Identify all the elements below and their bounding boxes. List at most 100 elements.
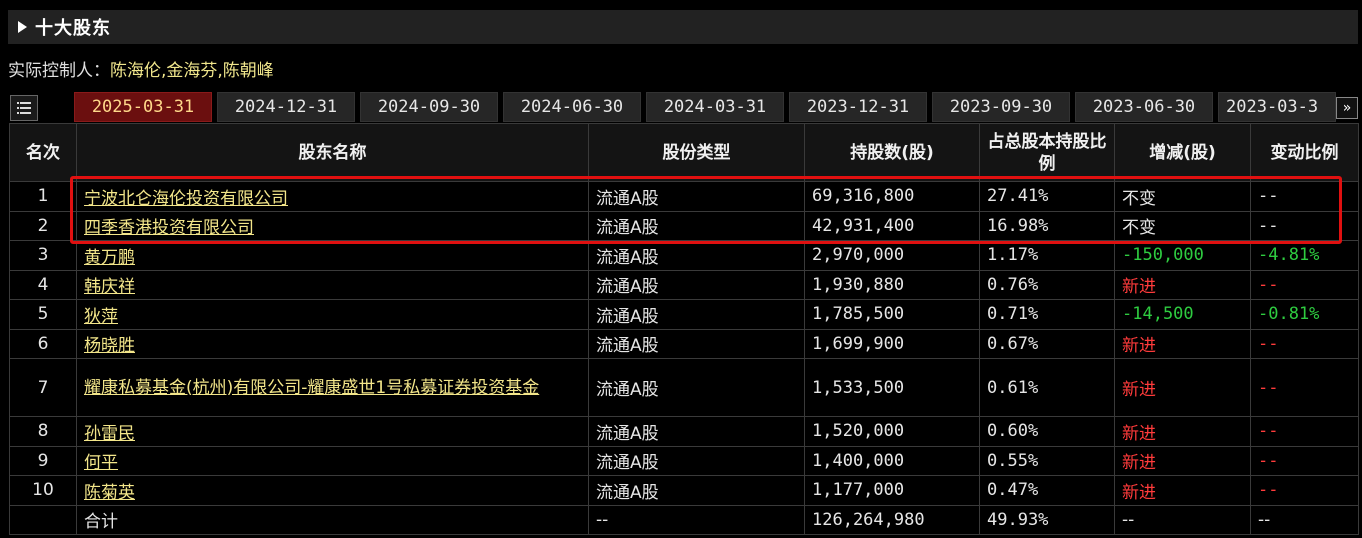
tab-period-0[interactable]: 2025-03-31	[74, 92, 212, 122]
table-row: 4 韩庆祥 流通A股 1,930,880 0.76% 新进 --	[9, 269, 1359, 300]
cell-change-ratio: --	[1250, 475, 1359, 506]
cell-ratio: 0.47%	[979, 475, 1115, 506]
tab-period-7[interactable]: 2023-06-30	[1075, 92, 1213, 122]
table-row: 7 耀康私募基金(杭州)有限公司-耀康盛世1号私募证券投资基金 流通A股 1,533,…	[9, 358, 1359, 417]
cell-ratio: 0.55%	[979, 445, 1115, 476]
cell-holder-name: 杨晓胜	[76, 328, 589, 359]
list-view-button[interactable]	[10, 95, 38, 121]
cell-change-ratio: --	[1250, 358, 1359, 417]
cell-change-ratio: --	[1250, 416, 1359, 447]
cell-change: 新进	[1114, 358, 1251, 417]
tab-period-5[interactable]: 2023-12-31	[789, 92, 927, 122]
cell-shares: 1,177,000	[804, 475, 980, 506]
holder-link[interactable]: 陈菊英	[84, 483, 135, 503]
holder-link[interactable]: 四季香港投资有限公司	[84, 218, 254, 238]
cell-shares: 1,533,500	[804, 358, 980, 417]
cell-total-label: 合计	[76, 504, 589, 535]
holder-link[interactable]: 宁波北仑海伦投资有限公司	[84, 189, 288, 209]
table-row: 1 宁波北仑海伦投资有限公司 流通A股 69,316,800 27.41% 不变 --	[9, 181, 1359, 212]
cell-holder-name: 狄萍	[76, 299, 589, 330]
actual-controller: 实际控制人：陈海伦,金海芬,陈朝峰	[8, 58, 274, 84]
cell-share-type: 流通A股	[588, 181, 805, 212]
cell-shares: 1,930,880	[804, 269, 980, 300]
col-header-rank[interactable]: 名次	[9, 123, 77, 182]
cell-share-type: 流通A股	[588, 475, 805, 506]
cell-change: 新进	[1114, 416, 1251, 447]
shareholders-table: 名次 股东名称 股份类型 持股数(股) 占总股本持股比例 增减(股) 变动比例 …	[9, 123, 1359, 535]
cell-share-type: 流通A股	[588, 445, 805, 476]
tab-period-1[interactable]: 2024-12-31	[217, 92, 355, 122]
cell-holder-name: 何平	[76, 445, 589, 476]
cell-total-shares: 126,264,980	[804, 504, 980, 535]
cell-shares: 1,785,500	[804, 299, 980, 330]
tab-period-8[interactable]: 2023-03-3	[1218, 92, 1336, 122]
cell-shares: 69,316,800	[804, 181, 980, 212]
col-header-change[interactable]: 增减(股)	[1114, 123, 1251, 182]
col-header-name[interactable]: 股东名称	[76, 123, 589, 182]
holder-link[interactable]: 杨晓胜	[84, 336, 135, 356]
cell-change: 新进	[1114, 269, 1251, 300]
tab-period-3[interactable]: 2024-06-30	[503, 92, 641, 122]
holder-link[interactable]: 韩庆祥	[84, 277, 135, 297]
holder-link[interactable]: 孙雷民	[84, 424, 135, 444]
cell-rank-empty	[9, 504, 77, 535]
cell-ratio: 16.98%	[979, 210, 1115, 241]
cell-ratio: 0.71%	[979, 299, 1115, 330]
cell-change: 新进	[1114, 445, 1251, 476]
cell-shares: 2,970,000	[804, 240, 980, 271]
tab-period-4[interactable]: 2024-03-31	[646, 92, 784, 122]
cell-change: -150,000	[1114, 240, 1251, 271]
table-row: 9 何平 流通A股 1,400,000 0.55% 新进 --	[9, 445, 1359, 476]
col-header-type[interactable]: 股份类型	[588, 123, 805, 182]
cell-share-type: 流通A股	[588, 299, 805, 330]
table-row: 2 四季香港投资有限公司 流通A股 42,931,400 16.98% 不变 --	[9, 210, 1359, 241]
cell-ratio: 0.61%	[979, 358, 1115, 417]
cell-shares: 42,931,400	[804, 210, 980, 241]
cell-rank: 9	[9, 445, 77, 476]
tab-period-2[interactable]: 2024-09-30	[360, 92, 498, 122]
cell-rank: 6	[9, 328, 77, 359]
cell-change-ratio: --	[1250, 269, 1359, 300]
cell-share-type: 流通A股	[588, 240, 805, 271]
cell-rank: 3	[9, 240, 77, 271]
cell-rank: 7	[9, 358, 77, 417]
table-row: 10 陈菊英 流通A股 1,177,000 0.47% 新进 --	[9, 475, 1359, 506]
section-header-top10[interactable]: 十大股东	[8, 10, 1358, 44]
cell-change: 不变	[1114, 210, 1251, 241]
cell-rank: 1	[9, 181, 77, 212]
section-title: 十大股东	[35, 18, 111, 39]
table-row: 3 黄万鹏 流通A股 2,970,000 1.17% -150,000 -4.81%	[9, 240, 1359, 271]
cell-change: 新进	[1114, 328, 1251, 359]
cell-holder-name: 四季香港投资有限公司	[76, 210, 589, 241]
table-row-total: 合计 -- 126,264,980 49.93% -- --	[9, 504, 1359, 535]
holder-link[interactable]: 黄万鹏	[84, 248, 135, 268]
col-header-change-ratio[interactable]: 变动比例	[1250, 123, 1359, 182]
cell-ratio: 0.67%	[979, 328, 1115, 359]
cell-rank: 5	[9, 299, 77, 330]
cell-change: 新进	[1114, 475, 1251, 506]
holder-link[interactable]: 狄萍	[84, 307, 118, 327]
cell-rank: 4	[9, 269, 77, 300]
cell-share-type: 流通A股	[588, 269, 805, 300]
more-tabs-icon[interactable]: »	[1336, 97, 1358, 119]
cell-ratio: 1.17%	[979, 240, 1115, 271]
holder-link[interactable]: 耀康私募基金(杭州)有限公司-耀康盛世1号私募证券投资基金	[84, 378, 539, 398]
cell-change-ratio: --	[1250, 328, 1359, 359]
table-row: 8 孙雷民 流通A股 1,520,000 0.60% 新进 --	[9, 416, 1359, 447]
tab-period-6[interactable]: 2023-09-30	[932, 92, 1070, 122]
table-header-row: 名次 股东名称 股份类型 持股数(股) 占总股本持股比例 增减(股) 变动比例	[9, 123, 1359, 182]
cell-change-ratio: -0.81%	[1250, 299, 1359, 330]
holder-link[interactable]: 何平	[84, 453, 118, 473]
col-header-shares[interactable]: 持股数(股)	[804, 123, 980, 182]
cell-share-type: 流通A股	[588, 210, 805, 241]
cell-ratio: 0.60%	[979, 416, 1115, 447]
table-row: 5 狄萍 流通A股 1,785,500 0.71% -14,500 -0.81%	[9, 299, 1359, 330]
cell-total-ratio: 49.93%	[979, 504, 1115, 535]
period-tabs: 2025-03-31 2024-12-31 2024-09-30 2024-06-30…	[10, 92, 1358, 122]
col-header-ratio[interactable]: 占总股本持股比例	[979, 123, 1115, 182]
cell-change: 不变	[1114, 181, 1251, 212]
table-row: 6 杨晓胜 流通A股 1,699,900 0.67% 新进 --	[9, 328, 1359, 359]
cell-change-ratio: --	[1250, 210, 1359, 241]
cell-change-ratio: --	[1250, 181, 1359, 212]
cell-total-change-ratio: --	[1250, 504, 1359, 535]
